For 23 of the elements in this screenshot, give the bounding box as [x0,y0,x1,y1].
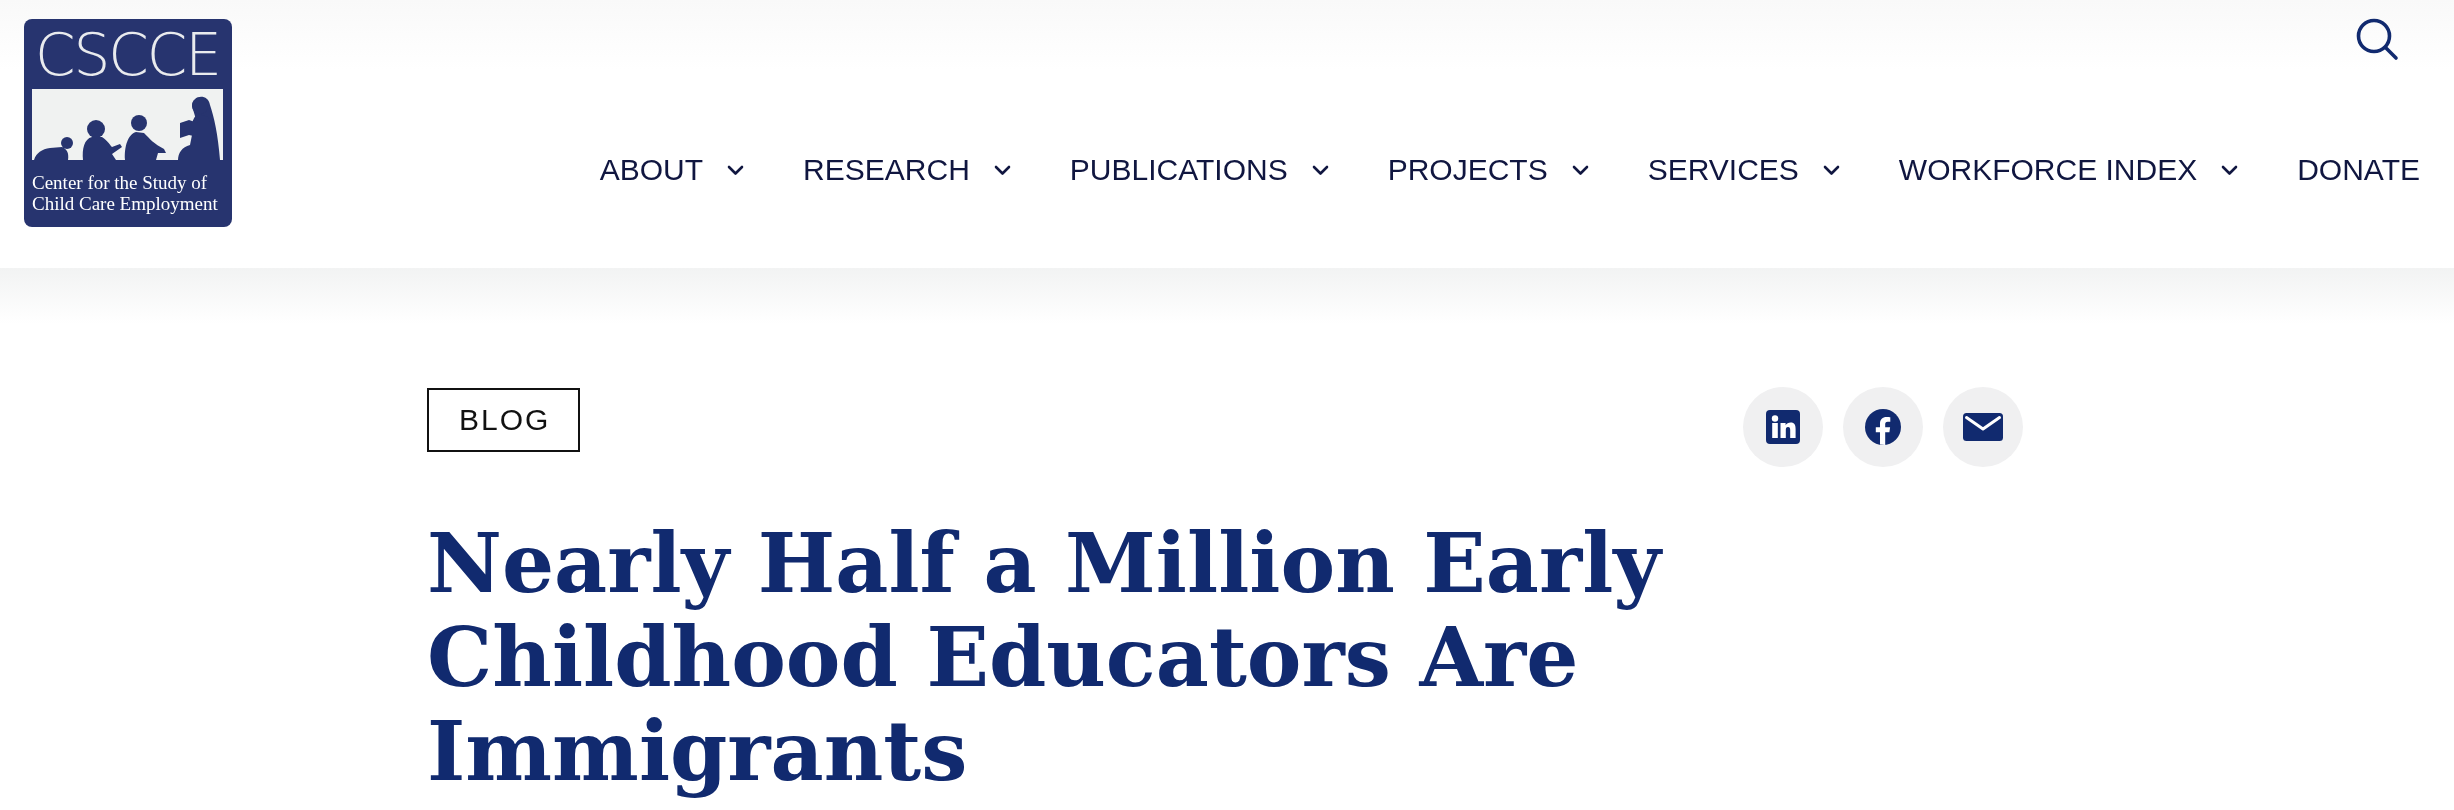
nav-link[interactable]: RESEARCH [803,150,1011,190]
chevron-down-icon [1571,164,1589,176]
chevron-down-icon [2221,164,2239,176]
nav-link[interactable]: PUBLICATIONS [1069,150,1329,190]
chevron-down-icon [727,164,745,176]
envelope-icon [1963,413,2003,441]
linkedin-icon [1766,410,1800,444]
nav-link[interactable]: SERVICES [1647,150,1840,190]
logo[interactable]: CSCCE Center for the Study of Child Care Employment [24,19,232,227]
chevron-down-icon [993,164,1011,176]
nav-link[interactable]: DONATE [2297,150,2420,190]
facebook-icon [1865,409,1901,445]
logo-acronym: CSCCE [35,26,220,84]
nav-link[interactable]: ABOUT [599,150,745,190]
article-title: Nearly Half a Million Early Childhood Educators Are Immigrants [427,516,1664,798]
search-button[interactable] [2355,17,2399,61]
logo-caption: Center for the Study of Child Care Employment [32,172,219,214]
chevron-down-icon [1311,164,1329,176]
search-icon [2355,17,2399,61]
nav-link[interactable]: WORKFORCE INDEX [1898,150,2239,190]
chevron-down-icon [1822,164,1840,176]
nav-link[interactable]: PROJECTS [1387,150,1589,190]
category-tag[interactable]: BLOG [427,388,581,452]
